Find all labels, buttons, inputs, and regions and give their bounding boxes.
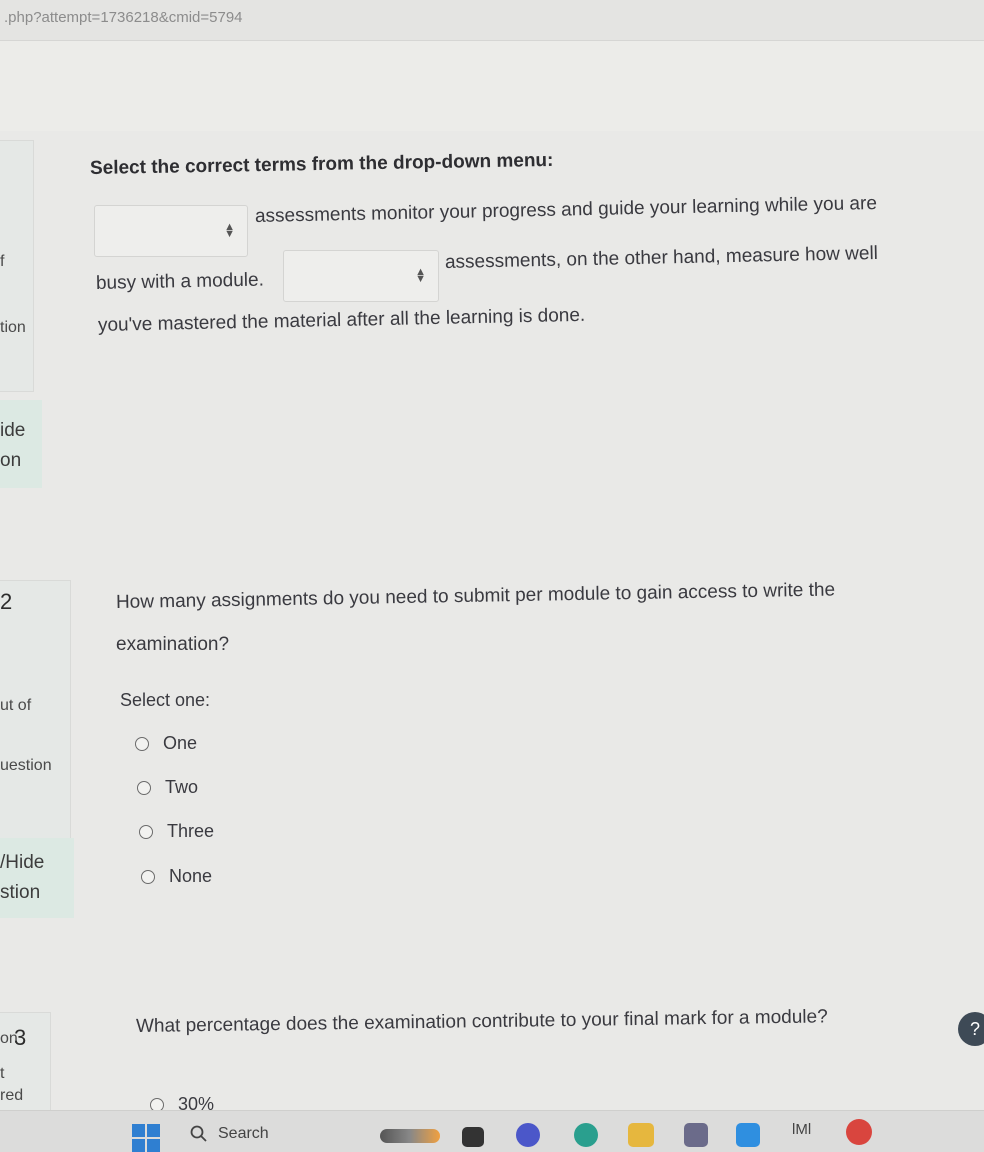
radio-one[interactable]	[135, 736, 149, 751]
select-one-label: Select one:	[120, 690, 211, 710]
file-explorer-icon[interactable]	[628, 1123, 654, 1147]
question-2-number: 2	[0, 589, 13, 614]
question-info-panel-2: 2 ut of uestion	[0, 580, 71, 842]
question-1-line-1: assessments monitor your progress and gu…	[254, 192, 878, 227]
dropdown-2[interactable]: ▲ ▼	[283, 250, 439, 302]
option-two[interactable]: Two	[137, 777, 198, 798]
sidebar-fragment-on: on	[0, 450, 22, 471]
question-3-number: 3	[14, 1025, 27, 1050]
sidebar-fragment-tion: tion	[0, 319, 26, 336]
sidebar-fragment-ide: ide	[0, 420, 26, 441]
dropdown-2-arrows-icon: ▲ ▼	[415, 266, 426, 285]
option-three[interactable]: Three	[139, 821, 214, 842]
taskbar-search[interactable]: Search	[190, 1119, 360, 1149]
question-info-panel-1: f tion	[0, 140, 34, 392]
task-view-icon[interactable]	[462, 1127, 484, 1147]
edge-browser-icon[interactable]	[574, 1123, 598, 1147]
sidebar-fragment-f: f	[0, 253, 5, 270]
sidebar-fragment-question: uestion	[0, 757, 52, 774]
radio-three[interactable]	[139, 824, 153, 839]
dropdown-1[interactable]: ▲ ▼	[94, 205, 248, 257]
question-2-text-line-1: How many assignments do you need to subm…	[115, 579, 836, 613]
search-icon	[190, 1125, 207, 1142]
flag-question-panel-1[interactable]: ide on	[0, 400, 42, 488]
windows-start-icon[interactable]	[132, 1124, 160, 1152]
option-none-label: None	[169, 866, 213, 886]
sidebar-fragment-stion: stion	[0, 882, 41, 903]
question-info-panel-3: on 3 t red	[0, 1012, 51, 1112]
radio-two[interactable]	[137, 780, 151, 795]
dropdown-1-arrows-icon: ▲ ▼	[224, 221, 235, 240]
option-one-label: One	[163, 733, 198, 753]
help-button[interactable]: ?	[958, 1012, 984, 1046]
url-text: .php?attempt=1736218&cmid=5794	[4, 9, 243, 26]
taskbar-search-label: Search	[218, 1125, 269, 1142]
option-three-label: Three	[167, 821, 215, 841]
option-one[interactable]: One	[135, 733, 197, 754]
option-none[interactable]: None	[141, 866, 212, 887]
question-2-text-line-2: examination?	[116, 634, 230, 655]
page-header-area	[0, 41, 984, 131]
taskbar-app-label[interactable]: lMl	[792, 1121, 811, 1138]
question-1-line-2-end: assessments, on the other hand, measure …	[444, 242, 879, 273]
widgets-icon[interactable]	[380, 1129, 440, 1143]
question-1-line-2-start: busy with a module.	[95, 269, 265, 294]
wps-office-icon[interactable]	[846, 1119, 872, 1145]
teams-chat-icon[interactable]	[516, 1123, 540, 1147]
sidebar-fragment-t: t	[0, 1065, 5, 1082]
windows-taskbar: Search lMl	[0, 1110, 984, 1152]
browser-address-bar[interactable]: .php?attempt=1736218&cmid=5794	[0, 0, 984, 41]
question-1-title: Select the correct terms from the drop-d…	[89, 149, 554, 179]
store-icon[interactable]	[684, 1123, 708, 1147]
option-two-label: Two	[165, 777, 199, 797]
question-3-text: What percentage does the examination con…	[135, 1006, 828, 1037]
radio-none[interactable]	[141, 869, 155, 884]
onedrive-icon[interactable]	[736, 1123, 760, 1147]
sidebar-fragment-hide: /Hide	[0, 852, 45, 873]
sidebar-fragment-red: red	[0, 1087, 24, 1104]
flag-question-panel-2[interactable]: /Hide stion	[0, 838, 74, 918]
question-1-line-3: you've mastered the material after all t…	[97, 304, 586, 336]
sidebar-fragment-out-of: ut of	[0, 697, 32, 714]
